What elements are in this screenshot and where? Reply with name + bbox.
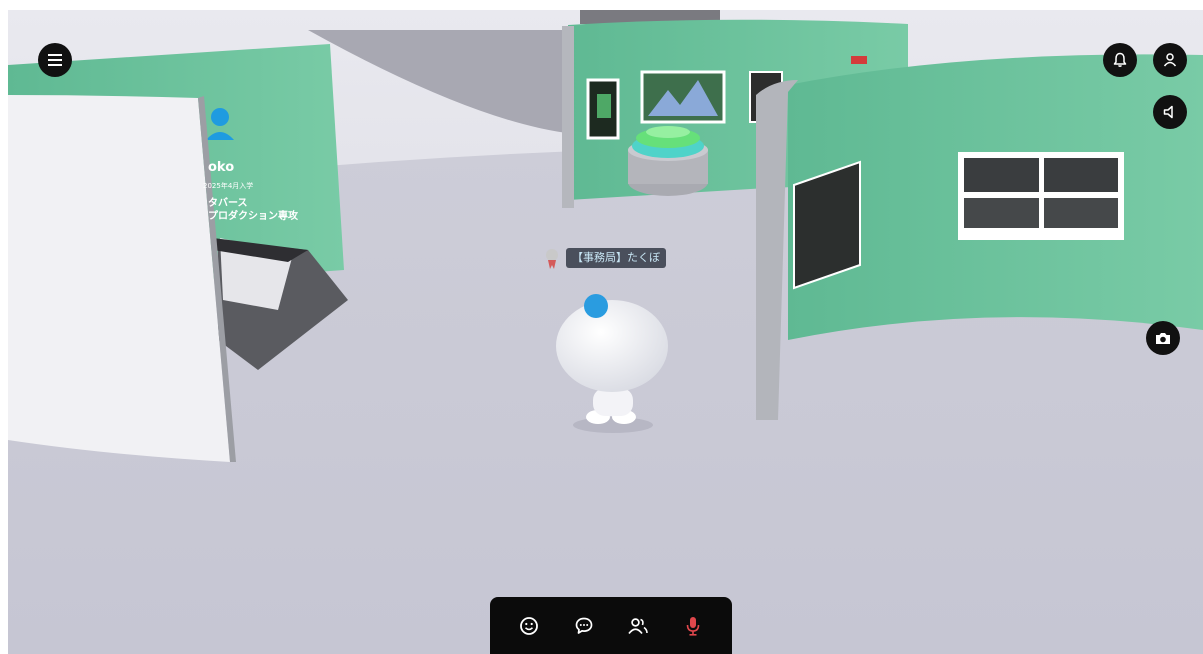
panel-line2: プロダクション専攻 [208,211,298,222]
avatar-name-tag[interactable]: 【事務局】たくぼ [566,248,666,268]
profile-icon [211,108,229,126]
panel-name: oko [208,160,235,175]
bell-icon [1113,52,1127,67]
sound-toggle-button[interactable] [1153,95,1187,129]
microphone-button[interactable] [676,609,710,643]
3d-scene[interactable] [8,10,1203,654]
red-marker [851,56,867,64]
speaker-icon [1163,105,1173,119]
white-curved-wall [8,95,230,462]
emote-button[interactable] [512,609,546,643]
notification-button[interactable] [1103,43,1137,77]
profile-button[interactable] [1153,43,1187,77]
microphone-muted-icon [686,616,700,636]
chat-button[interactable] [567,609,601,643]
camera-button[interactable] [1146,321,1180,355]
medal-icon [546,249,558,269]
user-icon [1163,53,1177,67]
camera-icon [1156,333,1170,344]
artwork-frame [793,160,861,290]
avatar-head-dot [584,294,608,318]
hamburger-menu-icon [48,54,62,66]
smiley-emote-icon [520,616,539,635]
users-button[interactable] [621,609,655,643]
users-icon [628,617,649,634]
panel-date: 2025年4月入学 [203,182,254,190]
wall-edge [562,26,574,208]
menu-button[interactable] [38,43,72,77]
bottom-toolbar [490,597,732,654]
chat-bubble-icon [575,617,593,634]
virtual-venue-viewport[interactable]: oko 2025年4月入学 タバース プロダクション専攻 【事務局】たくぼ [8,10,1203,654]
